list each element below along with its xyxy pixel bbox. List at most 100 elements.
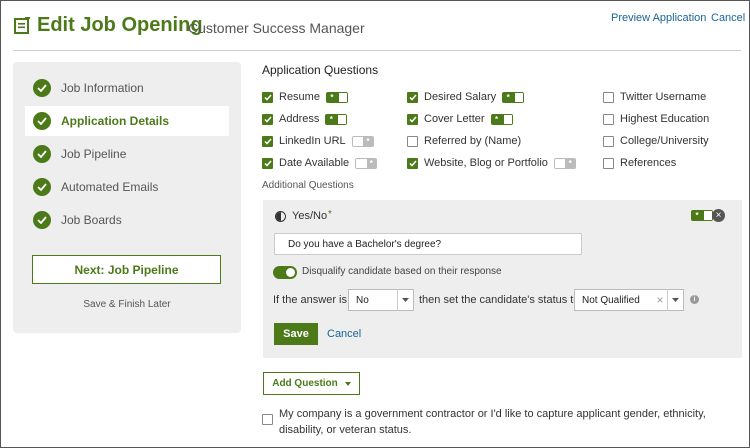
question-cover-letter: Cover Letter * bbox=[407, 112, 513, 126]
condition-if-label: If the answer is bbox=[273, 294, 347, 306]
required-toggle[interactable]: * bbox=[553, 157, 576, 169]
question-highest-education: Highest Education bbox=[603, 112, 709, 126]
question-desired-salary: Desired Salary * bbox=[407, 90, 525, 104]
step-application-details[interactable]: Application Details bbox=[25, 106, 229, 136]
chevron-down-icon bbox=[667, 289, 683, 311]
required-toggle[interactable]: * bbox=[490, 113, 513, 125]
question-label: References bbox=[620, 157, 677, 169]
question-label: Highest Education bbox=[620, 113, 710, 125]
question-linkedin: LinkedIn URL * bbox=[262, 134, 374, 148]
cancel-question-link[interactable]: Cancel bbox=[327, 328, 361, 340]
check-circle-icon bbox=[33, 178, 51, 196]
question-label: Desired Salary bbox=[424, 91, 497, 103]
step-label: Job Information bbox=[61, 81, 144, 95]
step-label: Automated Emails bbox=[61, 180, 159, 194]
status-value: Not Qualified bbox=[582, 294, 640, 306]
question-label: Resume bbox=[279, 91, 320, 103]
question-label: Date Available bbox=[279, 157, 350, 169]
question-type-label: Yes/No bbox=[292, 210, 328, 222]
address-checkbox[interactable] bbox=[262, 113, 273, 125]
clear-icon[interactable]: × bbox=[653, 293, 667, 307]
add-question-label: Add Question bbox=[272, 378, 338, 389]
question-references: References bbox=[603, 156, 676, 170]
next-job-pipeline-button[interactable]: Next: Job Pipeline bbox=[32, 255, 221, 284]
question-college: College/University bbox=[603, 134, 709, 148]
asterisk-icon: * bbox=[691, 210, 703, 221]
question-address: Address * bbox=[262, 112, 348, 126]
chevron-down-icon bbox=[397, 289, 413, 311]
step-label: Job Pipeline bbox=[61, 147, 127, 161]
job-title-subtitle: Customer Success Manager bbox=[188, 20, 365, 36]
question-label: Cover Letter bbox=[424, 113, 485, 125]
highest-education-checkbox[interactable] bbox=[603, 113, 614, 125]
asterisk-icon: * bbox=[363, 136, 373, 146]
save-finish-later-link[interactable]: Save & Finish Later bbox=[13, 299, 241, 310]
step-job-pipeline[interactable]: Job Pipeline bbox=[25, 139, 229, 169]
edit-document-icon bbox=[14, 17, 30, 34]
check-circle-icon bbox=[33, 112, 51, 130]
header-cancel-link[interactable]: Cancel bbox=[711, 12, 745, 24]
asterisk-icon: * bbox=[565, 158, 575, 168]
answer-select[interactable]: No bbox=[348, 289, 414, 311]
add-question-button[interactable]: Add Question bbox=[263, 372, 360, 395]
caret-down-icon bbox=[344, 381, 351, 386]
question-twitter: Twitter Username bbox=[603, 90, 706, 104]
asterisk-icon: * bbox=[490, 113, 503, 125]
app-frame: Edit Job Opening Customer Success Manage… bbox=[0, 0, 750, 448]
application-questions-title: Application Questions bbox=[262, 63, 379, 77]
disqualify-label: Disqualify candidate based on their resp… bbox=[302, 266, 502, 277]
government-contractor-checkbox[interactable] bbox=[262, 414, 273, 425]
question-text-input[interactable] bbox=[274, 233, 582, 255]
status-select[interactable]: Not Qualified × bbox=[574, 289, 684, 311]
step-job-information[interactable]: Job Information bbox=[25, 73, 229, 103]
resume-checkbox[interactable] bbox=[262, 91, 273, 103]
additional-question-panel: Yes/No * * × Disqualify candidate based … bbox=[263, 200, 742, 358]
save-question-button[interactable]: Save bbox=[274, 323, 318, 345]
steps-sidebar: Job Information Application Details Job … bbox=[13, 62, 241, 333]
page-title: Edit Job Opening bbox=[37, 14, 203, 36]
yes-no-type-icon bbox=[275, 211, 286, 222]
question-label: College/University bbox=[620, 135, 709, 147]
question-website: Website, Blog or Portfolio * bbox=[407, 156, 576, 170]
check-circle-icon bbox=[33, 145, 51, 163]
check-circle-icon bbox=[33, 79, 51, 97]
required-toggle[interactable]: * bbox=[325, 113, 348, 125]
linkedin-checkbox[interactable] bbox=[262, 135, 273, 147]
asterisk-icon: * bbox=[325, 91, 338, 103]
remove-question-icon[interactable]: × bbox=[712, 209, 725, 222]
additional-questions-label: Additional Questions bbox=[262, 180, 354, 191]
required-mark: * bbox=[328, 209, 332, 220]
references-checkbox[interactable] bbox=[603, 157, 614, 169]
required-toggle[interactable]: * bbox=[502, 91, 525, 103]
asterisk-icon: * bbox=[502, 91, 515, 103]
question-label: Referred by (Name) bbox=[424, 135, 522, 147]
question-label: Twitter Username bbox=[620, 91, 707, 103]
condition-then-label: then set the candidate's status to bbox=[419, 294, 580, 306]
question-label: Address bbox=[279, 113, 320, 125]
disqualify-switch[interactable] bbox=[273, 266, 297, 279]
college-checkbox[interactable] bbox=[603, 135, 614, 147]
answer-value: No bbox=[356, 294, 369, 306]
required-toggle[interactable]: * bbox=[355, 157, 378, 169]
info-icon[interactable]: i bbox=[690, 295, 699, 304]
step-label: Job Boards bbox=[61, 213, 122, 227]
cover-letter-checkbox[interactable] bbox=[407, 113, 418, 125]
step-automated-emails[interactable]: Automated Emails bbox=[25, 172, 229, 202]
question-date-available: Date Available * bbox=[262, 156, 378, 170]
asterisk-icon: * bbox=[366, 158, 377, 168]
question-label: Website, Blog or Portfolio bbox=[424, 157, 548, 169]
twitter-checkbox[interactable] bbox=[603, 91, 614, 103]
required-toggle[interactable]: * bbox=[691, 210, 713, 221]
preview-application-link[interactable]: Preview Application bbox=[611, 12, 706, 24]
website-checkbox[interactable] bbox=[407, 157, 418, 169]
required-toggle[interactable]: * bbox=[351, 135, 374, 147]
referred-by-checkbox[interactable] bbox=[407, 135, 418, 147]
required-toggle[interactable]: * bbox=[325, 91, 348, 103]
government-contractor-label: My company is a government contractor or… bbox=[279, 408, 706, 436]
header-divider bbox=[13, 50, 741, 51]
date-available-checkbox[interactable] bbox=[262, 157, 273, 169]
desired-salary-checkbox[interactable] bbox=[407, 91, 418, 103]
step-job-boards[interactable]: Job Boards bbox=[25, 205, 229, 235]
question-referred-by: Referred by (Name) bbox=[407, 134, 521, 148]
question-resume: Resume * bbox=[262, 90, 348, 104]
